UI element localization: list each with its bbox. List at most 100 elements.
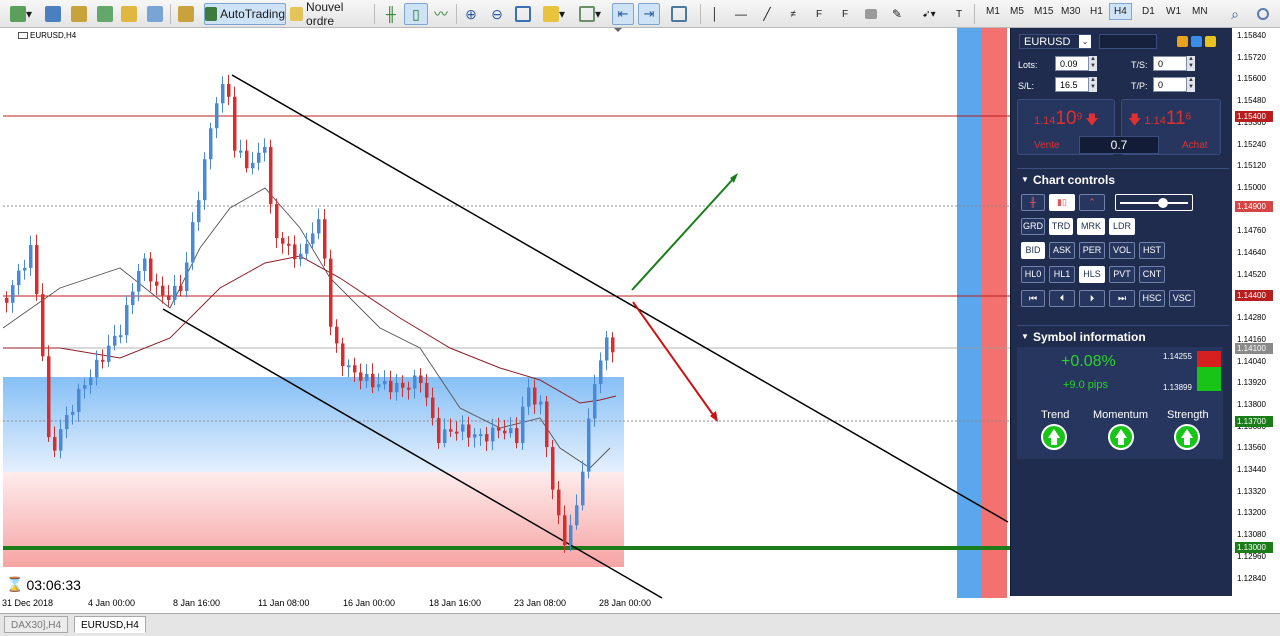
grid-button[interactable]: GRD bbox=[1021, 218, 1045, 235]
tile-windows-button[interactable] bbox=[512, 3, 534, 25]
new-chart-button[interactable]: ▾ bbox=[4, 3, 38, 25]
arrows-tool[interactable]: ➹▾ bbox=[912, 3, 946, 25]
lots-stepper[interactable]: ▲ ▼ bbox=[1089, 56, 1097, 71]
horizontal-line-tool[interactable]: — bbox=[730, 3, 752, 25]
auto-scroll-button[interactable]: ⇤ bbox=[612, 3, 634, 25]
line-chart-button[interactable]: 〰 bbox=[430, 3, 452, 25]
navigator-button[interactable] bbox=[118, 3, 140, 25]
fibo-expansion-tool[interactable]: F bbox=[834, 3, 856, 25]
channel-tool[interactable]: ≠ bbox=[782, 3, 804, 25]
hl1-button[interactable]: HL1 bbox=[1049, 266, 1075, 283]
timeframe-h4[interactable]: H4 bbox=[1109, 3, 1132, 20]
zoom-in-button[interactable]: ⊕ bbox=[460, 3, 482, 25]
pivot-button[interactable]: PVT bbox=[1109, 266, 1135, 283]
trend-label: Trend bbox=[1041, 409, 1070, 421]
chat-button[interactable] bbox=[1252, 3, 1274, 25]
timeframe-w1[interactable]: W1 bbox=[1166, 6, 1181, 17]
candle bbox=[515, 428, 519, 444]
history-button[interactable]: HST bbox=[1139, 242, 1165, 259]
zoom-out-button[interactable]: ⊖ bbox=[486, 3, 508, 25]
high-range-bar bbox=[1197, 351, 1221, 367]
timeframe-m1[interactable]: M1 bbox=[986, 6, 1000, 17]
sl-stepper[interactable]: ▲ ▼ bbox=[1089, 77, 1097, 92]
hscale-button[interactable]: HSC bbox=[1139, 290, 1165, 307]
terminal-button[interactable] bbox=[144, 3, 166, 25]
candlestick-icon: ▯ bbox=[412, 5, 420, 22]
chart-controls-header[interactable]: ▼ Chart controls bbox=[1017, 168, 1229, 190]
chart-shift-icon: ⇥ bbox=[643, 6, 655, 21]
symbol-search-input[interactable] bbox=[1099, 34, 1157, 49]
autotrading-button[interactable]: AutoTrading bbox=[204, 3, 286, 25]
profiles-button[interactable] bbox=[42, 3, 64, 25]
candle bbox=[209, 128, 213, 160]
symbol-dropdown-chevron-icon[interactable]: ⌄ bbox=[1079, 35, 1091, 48]
ts-input[interactable]: 0 bbox=[1153, 56, 1187, 71]
trade-panel: EURUSD ⌄ Lots: 0.09 ▲ ▼ T/S: 0 ▲ ▼ S/L: 16… bbox=[1010, 28, 1232, 596]
sl-input[interactable]: 16.5 bbox=[1055, 77, 1089, 92]
ladder-button[interactable]: LDR bbox=[1109, 218, 1135, 235]
timeframe-d1[interactable]: D1 bbox=[1142, 6, 1155, 17]
fibonacci-tool[interactable]: F bbox=[808, 3, 830, 25]
tp-input[interactable]: 0 bbox=[1153, 77, 1187, 92]
bid-button[interactable]: BID bbox=[1021, 242, 1045, 259]
timeframe-m15[interactable]: M15 bbox=[1034, 6, 1053, 17]
strategy-tester-button[interactable] bbox=[174, 3, 198, 25]
next-bar-button[interactable]: ⏵ bbox=[1079, 290, 1105, 307]
candle-style-button[interactable]: ▮▯ bbox=[1049, 194, 1075, 211]
tab-eurusd[interactable]: EURUSD,H4 bbox=[74, 616, 146, 633]
indicators-button[interactable]: ▾ bbox=[538, 3, 570, 25]
symbol-info-header[interactable]: ▼ Symbol information bbox=[1017, 325, 1229, 347]
prev-bar-button[interactable]: ⏴ bbox=[1049, 290, 1075, 307]
timeframe-mn[interactable]: MN bbox=[1192, 6, 1208, 17]
bar-style-button[interactable]: ╫ bbox=[1021, 194, 1045, 211]
line-style-button[interactable]: ⌃ bbox=[1079, 194, 1105, 211]
templates-button[interactable]: ▾ bbox=[574, 3, 606, 25]
volume-button[interactable]: VOL bbox=[1109, 242, 1135, 259]
candle bbox=[527, 387, 531, 407]
timeframe-h1[interactable]: H1 bbox=[1090, 6, 1103, 17]
lots-input[interactable]: 0.09 bbox=[1055, 56, 1089, 71]
y-tick-label: 1.13920 bbox=[1237, 378, 1266, 388]
bar-chart-button[interactable]: ╫ bbox=[380, 3, 402, 25]
periods-button[interactable] bbox=[668, 3, 690, 25]
price-badge-resistance-1: 1.15400 bbox=[1235, 111, 1273, 122]
candle bbox=[551, 447, 555, 490]
candle-style-icon: ▮▯ bbox=[1057, 197, 1067, 207]
ts-stepper[interactable]: ▲ ▼ bbox=[1187, 56, 1195, 71]
hl0-button[interactable]: HL0 bbox=[1021, 266, 1045, 283]
pencil-tool[interactable]: ✎ bbox=[886, 3, 908, 25]
trade-levels-button[interactable]: TRD bbox=[1049, 218, 1073, 235]
tp-stepper[interactable]: ▲ ▼ bbox=[1187, 77, 1195, 92]
last-bar-button[interactable]: ⏭ bbox=[1109, 290, 1135, 307]
marks-button[interactable]: MRK bbox=[1077, 218, 1105, 235]
period-sep-button[interactable]: PER bbox=[1079, 242, 1105, 259]
search-button[interactable]: ⌕ bbox=[1224, 3, 1246, 25]
autotrading-label: AutoTrading bbox=[220, 7, 285, 21]
zoom-slider-handle bbox=[1158, 198, 1168, 208]
new-order-button[interactable]: Nouvel ordre bbox=[289, 0, 371, 28]
cursor-tool[interactable]: │ bbox=[706, 3, 724, 25]
timeframe-m30[interactable]: M30 bbox=[1061, 6, 1080, 17]
rectangle-tool[interactable] bbox=[860, 3, 882, 25]
vscale-button[interactable]: VSC bbox=[1169, 290, 1195, 307]
zoom-slider[interactable] bbox=[1115, 194, 1193, 211]
text-tool[interactable]: T bbox=[950, 3, 968, 25]
y-tick-label: 1.15720 bbox=[1237, 52, 1266, 62]
x-tick-label: 16 Jan 00:00 bbox=[343, 598, 396, 608]
candle bbox=[467, 424, 471, 438]
data-window-button[interactable] bbox=[94, 3, 116, 25]
panel-minimize-icon[interactable] bbox=[1205, 36, 1216, 47]
trendline-tool[interactable]: ╱ bbox=[756, 3, 778, 25]
ask-button[interactable]: ASK bbox=[1049, 242, 1075, 259]
panel-info-icon[interactable] bbox=[1191, 36, 1202, 47]
candle bbox=[485, 434, 489, 442]
market-watch-button[interactable] bbox=[68, 3, 90, 25]
timeframe-m5[interactable]: M5 bbox=[1010, 6, 1024, 17]
candlestick-button[interactable]: ▯ bbox=[404, 3, 428, 25]
chart-shift-button[interactable]: ⇥ bbox=[638, 3, 660, 25]
countdown-button[interactable]: CNT bbox=[1139, 266, 1165, 283]
first-bar-button[interactable]: ⏮ bbox=[1021, 290, 1045, 307]
tab-dax30[interactable]: DAX30],H4 bbox=[4, 616, 69, 633]
panel-settings-icon[interactable] bbox=[1177, 36, 1188, 47]
hls-button[interactable]: HLS bbox=[1079, 266, 1105, 283]
